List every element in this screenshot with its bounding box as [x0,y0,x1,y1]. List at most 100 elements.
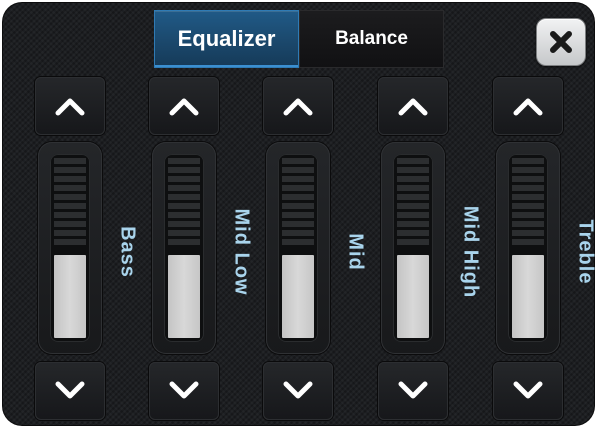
slider-segment [397,158,429,164]
slider-segment [168,167,200,173]
slider-thumb[interactable] [54,255,86,338]
close-button[interactable] [536,18,586,66]
slider-segment [168,239,200,245]
equalizer-panel: Equalizer Balance Bass Mid Low Mid Mid High… [2,2,597,426]
slider-segment [54,221,86,227]
chevron-up-icon [55,98,85,116]
chevron-up-icon [283,98,313,116]
slider-segment [168,194,200,200]
chevron-up-icon [513,98,543,116]
band-mid-high-up-button[interactable] [378,77,448,135]
tab-bar: Equalizer Balance [154,10,444,68]
slider-segment [282,203,314,209]
band-label-text: Mid High [459,205,482,299]
slider-segment [54,203,86,209]
band-mid-down-button[interactable] [263,362,333,420]
slider-segment [397,230,429,236]
band-bass-slider[interactable] [38,142,102,354]
band-mid-high-down-button[interactable] [378,362,448,420]
slider-segment [512,203,544,209]
slider-segment [168,230,200,236]
chevron-down-icon [169,381,199,399]
slider-segment [282,176,314,182]
slider-thumb[interactable] [168,255,200,338]
band-treble-slider[interactable] [496,142,560,354]
band-label-text: Treble [574,219,597,285]
band-bass: Bass [35,77,139,422]
close-icon [550,31,572,53]
slider-segment [282,239,314,245]
slider-segment [512,212,544,218]
slider-segment [397,185,429,191]
slider-track [164,154,204,342]
chevron-down-icon [55,381,85,399]
slider-segment [54,230,86,236]
slider-segment [397,167,429,173]
band-label-text: Bass [116,226,139,278]
slider-thumb[interactable] [512,255,544,338]
slider-segment [397,176,429,182]
slider-segment [282,221,314,227]
tab-equalizer[interactable]: Equalizer [154,10,299,68]
slider-segment [168,176,200,182]
band-bass-up-button[interactable] [35,77,105,135]
slider-segment [282,185,314,191]
chevron-down-icon [283,381,313,399]
slider-thumb[interactable] [282,255,314,338]
band-label-text: Mid Low [230,208,253,296]
slider-track [508,154,548,342]
slider-segment [282,230,314,236]
slider-segment [512,239,544,245]
slider-segment [512,230,544,236]
slider-segment [54,239,86,245]
slider-segment [397,239,429,245]
slider-segment [54,212,86,218]
slider-segment [54,194,86,200]
slider-segment [512,194,544,200]
slider-segment [397,194,429,200]
band-label-text: Mid [344,233,367,271]
band-treble: Treble [493,77,597,422]
slider-segment [168,212,200,218]
slider-segment [512,185,544,191]
chevron-down-icon [398,381,428,399]
slider-segment [512,221,544,227]
band-mid-slider[interactable] [266,142,330,354]
slider-segment [282,212,314,218]
band-bass-down-button[interactable] [35,362,105,420]
tab-balance[interactable]: Balance [299,10,444,68]
slider-segment [168,158,200,164]
chevron-up-icon [398,98,428,116]
band-mid-low-slider[interactable] [152,142,216,354]
slider-segment [397,221,429,227]
slider-segment [282,194,314,200]
band-mid-up-button[interactable] [263,77,333,135]
chevron-up-icon [169,98,199,116]
band-mid-low: Mid Low [149,77,253,422]
slider-segment [282,158,314,164]
band-mid-low-down-button[interactable] [149,362,219,420]
slider-segment [168,221,200,227]
slider-segment [168,185,200,191]
slider-track [50,154,90,342]
band-mid-low-up-button[interactable] [149,77,219,135]
slider-segment [282,167,314,173]
band-treble-up-button[interactable] [493,77,563,135]
slider-segment [512,158,544,164]
slider-track [278,154,318,342]
slider-segment [512,176,544,182]
slider-segment [168,203,200,209]
slider-segment [54,167,86,173]
slider-segment [54,176,86,182]
slider-segment [397,203,429,209]
band-mid-high: Mid High [378,77,482,422]
band-treble-down-button[interactable] [493,362,563,420]
slider-segment [397,212,429,218]
slider-thumb[interactable] [397,255,429,338]
band-mid: Mid [263,77,367,422]
slider-track [393,154,433,342]
band-mid-high-slider[interactable] [381,142,445,354]
slider-segment [54,158,86,164]
slider-segment [512,167,544,173]
slider-segment [54,185,86,191]
